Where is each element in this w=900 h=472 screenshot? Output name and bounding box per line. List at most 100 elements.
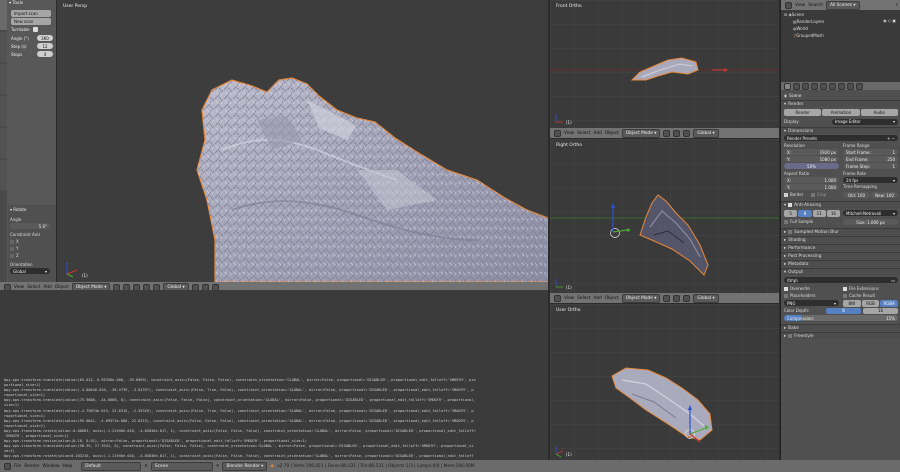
panel-bake[interactable]: ▸ Bake — [781, 324, 900, 331]
border-checkbox[interactable]: Border — [784, 191, 803, 198]
front-editor-type-icon[interactable] — [554, 129, 561, 137]
tab-tools[interactable] — [0, 0, 7, 30]
data-tab-icon[interactable] — [847, 82, 854, 90]
tab-create[interactable] — [0, 32, 7, 62]
right-translate-icon[interactable] — [683, 294, 691, 302]
material-tab-icon[interactable] — [856, 82, 863, 90]
panel-freestyle[interactable]: ▸ Freestyle — [781, 332, 900, 339]
outliner-menu-search[interactable]: Search — [808, 3, 823, 8]
mb-checkbox[interactable] — [788, 230, 793, 234]
panel-post-processing[interactable]: ▸ Post Processing — [781, 252, 900, 259]
outliner-editor-icon[interactable] — [785, 1, 792, 9]
color-rgba-button[interactable]: RGBA — [880, 300, 899, 307]
resolution-y-field[interactable]: Y: 1080 px — [784, 156, 839, 162]
panel-performance[interactable]: ▸ Performance — [781, 244, 900, 251]
audio-button[interactable]: Audio — [860, 109, 898, 116]
render-presets-dropdown[interactable]: Render Presets + − — [784, 135, 898, 141]
resolution-percent-field[interactable]: 50% — [784, 163, 839, 169]
file-format-dropdown[interactable]: PNG ▾ — [784, 300, 839, 306]
tab-physics[interactable] — [0, 128, 7, 158]
aa-sample-8[interactable]: 8 — [798, 210, 812, 217]
eye-icon[interactable]: ◉ ◇ ▣ — [883, 18, 896, 23]
front-menu-object[interactable]: Object — [605, 131, 619, 136]
right-menu-add[interactable]: Add — [593, 296, 601, 301]
angle-field[interactable]: 360 — [37, 35, 53, 41]
python-console[interactable]: bpy.ops.transform.translate(value=(65.61… — [0, 290, 548, 460]
menu-render[interactable]: Render — [24, 464, 39, 469]
menu-select[interactable]: Select — [27, 285, 40, 290]
right-orientation-dropdown[interactable]: Global ▾ — [693, 293, 719, 303]
folder-icon[interactable]: ▭ — [891, 278, 895, 283]
aa-size-field[interactable]: Size: 1.000 px — [843, 219, 898, 225]
time-new-field[interactable]: New: 100 — [871, 192, 898, 198]
right-mode-dropdown[interactable]: Object Mode ▾ — [621, 293, 661, 303]
color-rgb-button[interactable]: RGB — [861, 300, 880, 307]
close-icon[interactable]: ✕ — [144, 464, 148, 469]
scene-dropdown[interactable]: Scene — [150, 461, 213, 471]
axis-x-row[interactable]: X — [10, 239, 19, 244]
render-panel-header[interactable]: ▾ Render — [781, 100, 900, 107]
user-ortho-viewport[interactable]: User Ortho (1) — [550, 304, 779, 460]
rotate-angle-field[interactable]: 5.0° — [10, 223, 50, 229]
tools-header[interactable]: ▾ Tools — [9, 1, 23, 6]
menu-view[interactable]: View — [14, 285, 24, 290]
aa-sample-11[interactable]: 11 — [812, 210, 826, 217]
render-button[interactable]: Render — [784, 109, 822, 116]
frame-rate-dropdown[interactable]: 24 fps ▾ — [843, 177, 898, 183]
axis-z-row[interactable]: Z — [10, 253, 19, 258]
scan-mesh-right[interactable] — [550, 139, 779, 293]
aa-checkbox[interactable] — [788, 203, 793, 207]
stops-field[interactable]: 4 — [37, 51, 53, 57]
right-ortho-viewport[interactable]: Right Ortho (1) — [550, 139, 779, 293]
anti-aliasing-panel-header[interactable]: ▾ Anti-Aliasing — [781, 201, 900, 208]
outliner-item-world[interactable]: ◍ World — [793, 25, 808, 32]
resolution-x-field[interactable]: X: 1920 px — [784, 149, 839, 155]
freestyle-checkbox[interactable] — [788, 334, 793, 338]
right-menu-select[interactable]: Select — [577, 296, 590, 301]
front-menu-add[interactable]: Add — [593, 131, 601, 136]
aspect-y-field[interactable]: Y: 1.000 — [784, 184, 839, 190]
aa-filter-dropdown[interactable]: Mitchell-Netravali ▾ — [843, 210, 898, 216]
menu-object[interactable]: Object — [55, 285, 69, 290]
compression-slider[interactable]: Compression: 15% — [784, 315, 898, 321]
scan-mesh-user[interactable] — [550, 304, 779, 460]
tab-relations[interactable] — [0, 64, 7, 94]
aspect-x-field[interactable]: X: 1.000 — [784, 177, 839, 183]
close-icon[interactable]: ✕ — [216, 464, 220, 469]
outliner-menu-view[interactable]: View — [795, 3, 805, 8]
outliner-item-renderlayers[interactable]: ▤ RenderLayers — [793, 18, 824, 25]
modifiers-tab-icon[interactable] — [838, 82, 845, 90]
plus-icon[interactable]: + − — [887, 136, 895, 141]
cache-result-checkbox[interactable]: Cache Result — [843, 292, 875, 299]
time-old-field[interactable]: Old: 100 — [843, 192, 870, 198]
start-frame-field[interactable]: Start Frame: 1 — [843, 149, 898, 155]
color-depth-16[interactable]: 16 — [863, 307, 898, 314]
end-frame-field[interactable]: End Frame: 250 — [843, 156, 898, 162]
scene-tab-icon[interactable] — [802, 82, 809, 90]
new-scan-button[interactable]: New scan — [11, 18, 51, 25]
scan-mesh-front[interactable] — [550, 0, 779, 128]
menu-help[interactable]: Help — [62, 464, 72, 469]
output-panel-header[interactable]: ▾ Output — [781, 268, 900, 275]
front-orientation-dropdown[interactable]: Global ▾ — [693, 128, 719, 138]
front-mode-dropdown[interactable]: Object Mode ▾ — [621, 128, 661, 138]
right-menu-object[interactable]: Object — [605, 296, 619, 301]
front-pivot-icon[interactable] — [673, 129, 681, 137]
step-field[interactable]: 12 — [37, 43, 53, 49]
axis-y-row[interactable]: Y — [10, 246, 18, 251]
search-icon[interactable]: ⌕ — [896, 3, 898, 8]
panel-sampled-motion-blur[interactable]: ▸ Sampled Motion Blur — [781, 228, 900, 235]
rotate-panel-header[interactable]: ▾ Rotate — [10, 207, 26, 212]
front-menu-view[interactable]: View — [564, 131, 574, 136]
object-tab-icon[interactable] — [820, 82, 827, 90]
orientation-dropdown[interactable]: Global ▾ — [10, 268, 50, 274]
import-scan-button[interactable]: Import scan — [11, 10, 51, 17]
panel-metadata[interactable]: ▸ Metadata — [781, 260, 900, 267]
render-tab-icon[interactable] — [784, 82, 791, 90]
aa-sample-16[interactable]: 16 — [826, 210, 840, 217]
dimensions-panel-header[interactable]: ▾ Dimensions — [781, 127, 900, 134]
color-depth-8[interactable]: 8 — [826, 307, 861, 314]
right-editor-type-icon[interactable] — [554, 294, 561, 302]
animation-button[interactable]: Animation — [822, 109, 860, 116]
overwrite-checkbox[interactable]: Overwrite — [784, 285, 810, 292]
